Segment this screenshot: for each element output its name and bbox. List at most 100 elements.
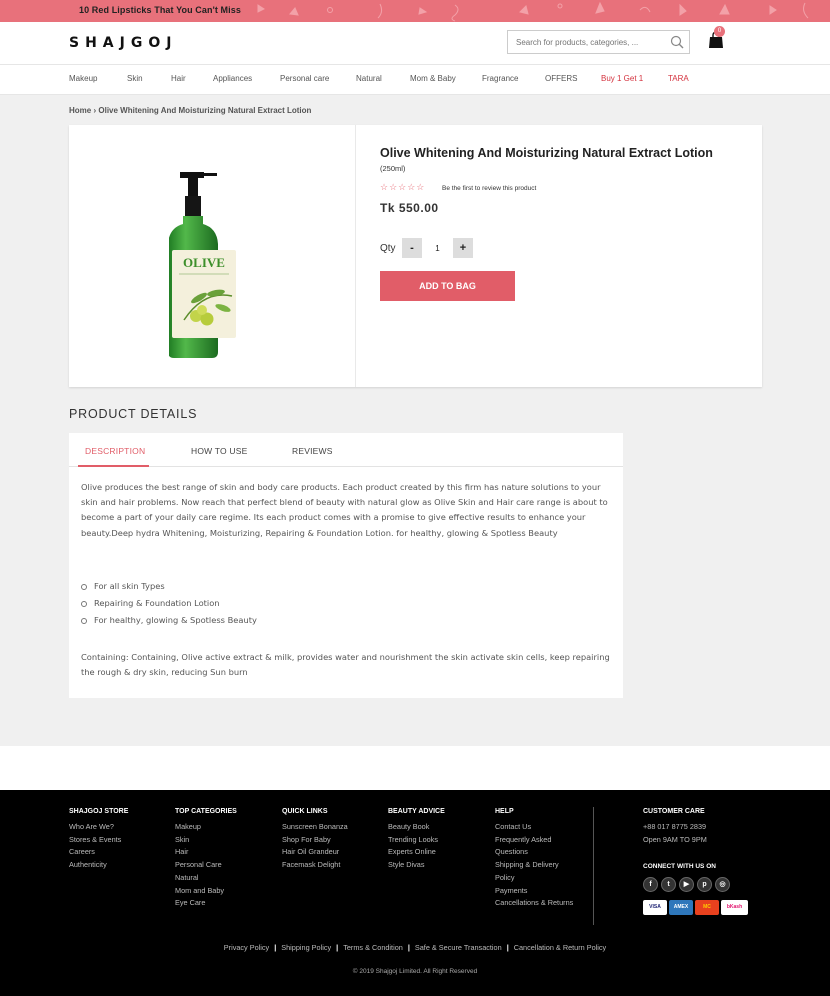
footer-col-categories: TOP CATEGORIES Makeup Skin Hair Personal… [175,808,237,910]
nav-item-tara[interactable]: TARA [668,74,689,83]
amex-card-icon: AMEX [669,900,693,915]
footer-link-style-divas[interactable]: Style Divas [388,859,445,872]
footer-link-shipping[interactable]: Shipping & Delivery [495,859,573,872]
terms-link[interactable]: Terms & Condition [343,943,403,952]
nav-item-appliances[interactable]: Appliances [213,74,252,83]
footer-heading: SHAJGOJ STORE [69,808,129,815]
footer-link-makeup[interactable]: Makeup [175,821,237,834]
footer-link-payments[interactable]: Payments [495,885,573,898]
site-logo[interactable]: SHAJGOJ [69,35,177,51]
customer-care-phone[interactable]: +88 017 8775 2839 [643,821,707,834]
footer-link-skin[interactable]: Skin [175,834,237,847]
visa-card-icon: VISA [643,900,667,915]
cart-count-badge: 0 [714,26,725,37]
nav-item-buy1get1[interactable]: Buy 1 Get 1 [601,74,643,83]
safe-transaction-link[interactable]: Safe & Secure Transaction [415,943,502,952]
footer-link-careers[interactable]: Careers [69,846,128,859]
nav-item-natural[interactable]: Natural [356,74,382,83]
search-icon[interactable] [670,35,684,54]
nav-item-hair[interactable]: Hair [171,74,186,83]
footer-col-customer-care: CUSTOMER CARE +88 017 8775 2839 Open 9AM… [643,808,707,846]
footer-col-store: SHAJGOJ STORE Who Are We? Stores & Event… [69,808,128,872]
footer-link-mom-baby[interactable]: Mom and Baby [175,885,237,898]
footer-link-eye-care[interactable]: Eye Care [175,897,237,910]
product-price: Tk 550.00 [380,201,439,215]
promo-text[interactable]: 10 Red Lipsticks That You Can't Miss [79,5,241,15]
facebook-icon[interactable]: f [643,877,658,892]
active-tab-indicator [78,465,149,467]
footer-link-who-are-we[interactable]: Who Are We? [69,821,128,834]
breadcrumb-separator: › [93,106,97,115]
tab-reviews[interactable]: REVIEWS [292,446,333,456]
footer-heading: CUSTOMER CARE [643,808,705,815]
footer-link-shipping[interactable]: Policy [495,872,573,885]
list-item: For healthy, glowing & Spotless Beauty [81,612,257,629]
bkash-icon: bKash [721,900,748,915]
footer-col-beauty-advice: BEAUTY ADVICE Beauty Book Trending Looks… [388,808,445,872]
copyright: © 2019 Shajgoj Limited. All Right Reserv… [352,968,478,975]
list-item: For all skin Types [81,578,257,595]
footer-link-natural[interactable]: Natural [175,872,237,885]
footer-link-faq[interactable]: Frequently Asked [495,834,573,847]
rating-stars[interactable]: ☆☆☆☆☆ [380,182,425,193]
add-to-bag-button[interactable]: ADD TO BAG [380,271,515,301]
footer-link-stores-events[interactable]: Stores & Events [69,834,128,847]
promo-bar[interactable]: 10 Red Lipsticks That You Can't Miss [0,0,830,22]
footer-link-cancellations[interactable]: Cancellations & Returns [495,897,573,910]
footer-link-personal-care[interactable]: Personal Care [175,859,237,872]
product-image-panel: OLIVE [69,125,356,387]
mastercard-icon: MC [695,900,719,915]
footer-link-experts-online[interactable]: Experts Online [388,846,445,859]
footer-link-contact[interactable]: Contact Us [495,821,573,834]
containing-text: Containing: Containing, Olive active ext… [81,652,610,678]
breadcrumb-home[interactable]: Home [69,106,91,115]
footer-link-hair[interactable]: Hair [175,846,237,859]
footer-heading: QUICK LINKS [282,808,328,815]
youtube-icon[interactable]: ▶ [679,877,694,892]
footer-link-facemask[interactable]: Facemask Delight [282,859,348,872]
nav-item-offers[interactable]: OFFERS [545,74,577,83]
footer-link-sunscreen[interactable]: Sunscreen Bonanza [282,821,348,834]
return-policy-link[interactable]: Cancellation & Return Policy [514,943,606,952]
product-card: OLIVE Olive Whitening And Moisturizing N… [69,125,762,387]
footer-heading: BEAUTY ADVICE [388,808,445,815]
privacy-policy-link[interactable]: Privacy Policy [224,943,269,952]
feature-list: For all skin Types Repairing & Foundatio… [81,578,257,629]
footer-link-faq[interactable]: Questions [495,846,573,859]
footer-link-authenticity[interactable]: Authenticity [69,859,128,872]
qty-decrease-button[interactable]: - [402,238,422,258]
instagram-icon[interactable]: ◎ [715,877,730,892]
twitter-icon[interactable]: t [661,877,676,892]
qty-input[interactable] [422,238,453,258]
footer-link-beauty-book[interactable]: Beauty Book [388,821,445,834]
footer-link-hair-oil[interactable]: Hair Oil Grandeur [282,846,348,859]
shipping-policy-link[interactable]: Shipping Policy [281,943,331,952]
nav-item-personal-care[interactable]: Personal care [280,74,329,83]
footer-heading: HELP [495,808,514,815]
footer-link-trending-looks[interactable]: Trending Looks [388,834,445,847]
pinterest-icon[interactable]: p [697,877,712,892]
nav-item-fragrance[interactable]: Fragrance [482,74,518,83]
product-image[interactable]: OLIVE [169,170,244,362]
list-item: Repairing & Foundation Lotion [81,595,257,612]
search-input[interactable] [508,31,658,53]
footer-heading: TOP CATEGORIES [175,808,237,815]
qty-increase-button[interactable]: + [453,238,473,258]
nav-item-mom-baby[interactable]: Mom & Baby [410,74,456,83]
tab-how-to-use[interactable]: HOW TO USE [191,446,247,456]
breadcrumb: Home › Olive Whitening And Moisturizing … [69,106,311,115]
tab-description[interactable]: DESCRIPTION [85,446,145,456]
description-text: Olive produces the best range of skin an… [81,482,608,538]
review-link[interactable]: Be the first to review this product [442,185,536,192]
connect-heading: CONNECT WITH US ON [643,863,716,870]
product-size: (250ml) [380,164,406,173]
nav-item-skin[interactable]: Skin [127,74,143,83]
customer-care-hours: Open 9AM TO 9PM [643,834,707,844]
search-box[interactable] [507,30,690,54]
breadcrumb-current: Olive Whitening And Moisturizing Natural… [98,106,312,115]
footer-link-shop-baby[interactable]: Shop For Baby [282,834,348,847]
site-header: SHAJGOJ 0 [0,22,830,65]
nav-item-makeup[interactable]: Makeup [69,74,97,83]
qty-label: Qty [380,243,396,254]
details-card: DESCRIPTION HOW TO USE REVIEWS Olive pro… [69,433,623,698]
